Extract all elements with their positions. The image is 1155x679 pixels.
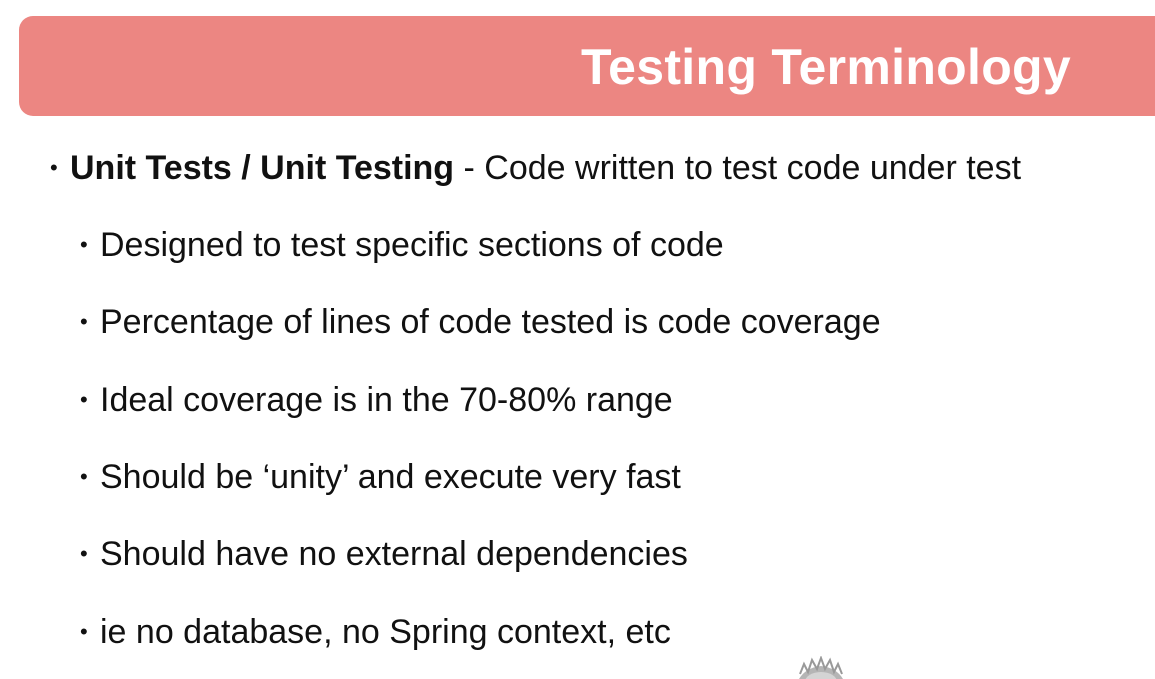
bullet-term: Unit Tests / Unit Testing xyxy=(70,149,455,187)
bullet-dot-icon: • xyxy=(50,155,58,180)
sub-bullet: • Should be ‘unity’ and execute very fast xyxy=(80,457,681,497)
bullet-dot-icon: • xyxy=(80,387,88,412)
bullet-dot-icon: • xyxy=(80,619,88,644)
sub-bullet-text: Percentage of lines of code tested is co… xyxy=(100,303,881,341)
sub-bullet: • Should have no external dependencies xyxy=(80,534,688,574)
sub-bullet-text: Should have no external dependencies xyxy=(100,535,688,573)
sub-bullet-text: Designed to test specific sections of co… xyxy=(100,226,724,264)
sub-bullet-text: ie no database, no Spring context, etc xyxy=(100,613,671,651)
bullet-dot-icon: • xyxy=(80,541,88,566)
logo-watermark-icon xyxy=(799,656,843,679)
bullet-list: • Unit Tests / Unit Testing - Code writte… xyxy=(0,0,1155,679)
sub-bullet: • Ideal coverage is in the 70-80% range xyxy=(80,380,673,420)
sub-bullet: • ie no database, no Spring context, etc xyxy=(80,612,671,652)
bullet-dot-icon: • xyxy=(80,309,88,334)
sub-bullet: • Percentage of lines of code tested is c… xyxy=(80,302,881,342)
bullet-description: - Code written to test code under test xyxy=(454,149,1022,187)
bullet-dot-icon: • xyxy=(80,464,88,489)
bullet-dot-icon: • xyxy=(80,232,88,257)
sub-bullet-text: Ideal coverage is in the 70-80% range xyxy=(100,381,673,419)
sub-bullet-text: Should be ‘unity’ and execute very fast xyxy=(100,458,681,496)
sub-bullet: • Designed to test specific sections of c… xyxy=(80,225,724,265)
slide: Testing Terminology • Unit Tests / Unit T… xyxy=(0,0,1155,679)
bullet-main: • Unit Tests / Unit Testing - Code writte… xyxy=(50,148,1021,188)
